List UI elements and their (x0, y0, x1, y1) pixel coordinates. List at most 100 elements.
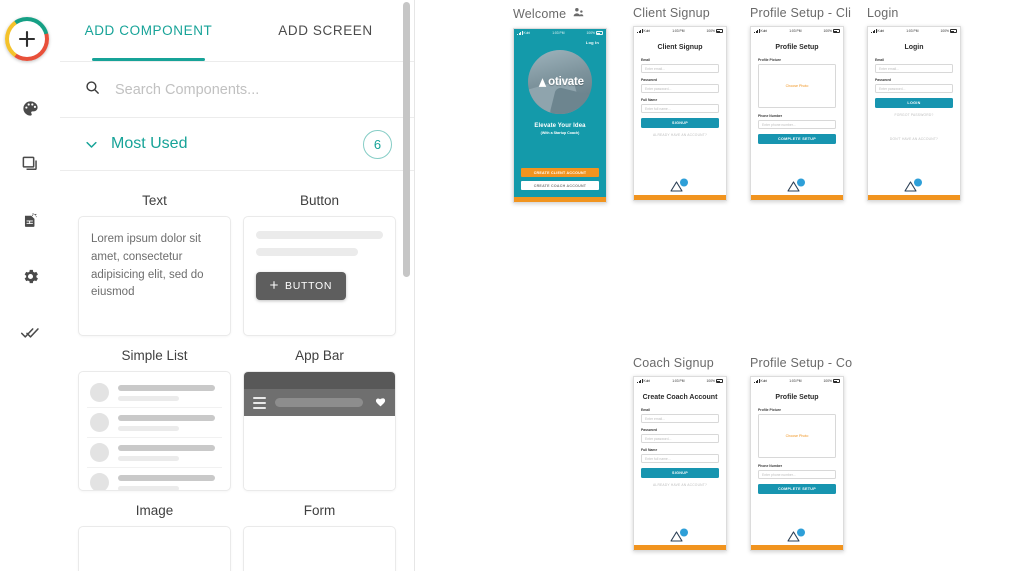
field-email: Email Enter email... (641, 408, 719, 423)
list-item-lines (118, 474, 219, 490)
email-field[interactable]: Enter email... (641, 414, 719, 423)
field-label: Phone Number (758, 464, 783, 468)
screen-label-text: Profile Setup - Cli (750, 6, 852, 20)
component-label: Simple List (121, 348, 188, 363)
status-bar: Kubi 1:03 PM 100% (634, 27, 726, 35)
phone-frame[interactable]: Kubi 1:03 PM 100% Login Email Enter emai… (867, 26, 961, 201)
preview-button: BUTTON (256, 272, 347, 300)
sidebar-item-settings[interactable] (8, 254, 52, 298)
screen-label: Coach Signup (633, 356, 727, 370)
choose-photo-dropzone[interactable]: Choose Photo (758, 414, 836, 458)
signup-button[interactable]: SIGNUP (641, 468, 719, 478)
no-account-link[interactable]: DON'T HAVE AN ACCOUNT? (875, 137, 953, 141)
phone-frame[interactable]: Kubi 1:03 PM 100% Create Coach Account E… (633, 376, 727, 551)
screen-welcome[interactable]: Welcome Kubi 1:03 PM 100% Log In otivate… (513, 6, 607, 203)
password-field[interactable]: Enter password... (641, 84, 719, 93)
component-card-app-bar[interactable] (243, 371, 396, 491)
component-cell-text: Text Lorem ipsum dolor sit amet, consect… (76, 181, 233, 336)
phone-frame[interactable]: Kubi 1:03 PM 100% Profile Setup Profile … (750, 26, 844, 201)
app-bar-preview (244, 389, 395, 416)
choose-photo-dropzone[interactable]: Choose Photo (758, 64, 836, 108)
status-time: 1:03 PM (789, 29, 802, 33)
footer-bar (514, 197, 606, 202)
signup-button[interactable]: SIGNUP (641, 118, 719, 128)
choose-photo-link[interactable]: Choose Photo (786, 434, 809, 438)
already-have-account-link[interactable]: ALREADY HAVE AN ACCOUNT? (641, 133, 719, 137)
component-card-text[interactable]: Lorem ipsum dolor sit amet, consectetur … (78, 216, 231, 336)
create-coach-account-button[interactable]: CREATE COACH ACCOUNT (521, 181, 599, 190)
tagline: Elevate Your Idea (534, 123, 586, 129)
component-card-form[interactable] (243, 526, 396, 571)
people-icon (572, 6, 585, 22)
sidebar-item-data[interactable] (8, 198, 52, 242)
status-battery: 100% (824, 29, 840, 33)
list-item (87, 378, 222, 408)
phone-frame[interactable]: Kubi 1:03 PM 100% Profile Setup Profile … (750, 376, 844, 551)
phone-number-field[interactable]: Enter phone number... (758, 120, 836, 129)
create-client-account-button[interactable]: CREATE CLIENT ACCOUNT (521, 168, 599, 177)
already-have-account-link[interactable]: ALREADY HAVE AN ACCOUNT? (641, 483, 719, 487)
password-field[interactable]: Enter password... (641, 434, 719, 443)
search-bar (60, 62, 414, 118)
brand-logo (751, 527, 843, 543)
status-carrier: Kubi (637, 379, 650, 383)
field-label: Password (875, 78, 892, 82)
logo-text: otivate (536, 76, 584, 88)
welcome-buttons: CREATE CLIENT ACCOUNT CREATE COACH ACCOU… (521, 164, 599, 190)
field-label: Full Name (641, 448, 658, 452)
sidebar-item-theme[interactable] (8, 86, 52, 130)
full-name-field[interactable]: Enter full name... (641, 454, 719, 463)
password-field[interactable]: Enter password... (875, 84, 953, 93)
login-form: Login Email Enter email... Password Ente… (868, 35, 960, 195)
field-label: Email (875, 58, 885, 62)
full-name-field[interactable]: Enter full name... (641, 104, 719, 113)
double-check-icon (20, 322, 41, 343)
tab-add-screen[interactable]: ADD SCREEN (237, 0, 414, 61)
forgot-password-link[interactable]: FORGOT PASSWORD? (875, 113, 953, 117)
section-title: Most Used (111, 135, 188, 152)
screen-coach-signup[interactable]: Coach Signup Kubi 1:03 PM 100% Create Co… (633, 356, 727, 551)
status-carrier: Kubi (754, 379, 767, 383)
screen-login[interactable]: Login Kubi 1:03 PM 100% Login Email Ente… (867, 6, 961, 201)
email-field[interactable]: Enter email... (875, 64, 953, 73)
phone-frame[interactable]: Kubi 1:03 PM 100% Log In otivate Elevate… (513, 28, 607, 203)
phone-number-field[interactable]: Enter phone number... (758, 470, 836, 479)
component-card-button[interactable]: BUTTON (243, 216, 396, 336)
component-label: App Bar (295, 348, 344, 363)
list-item (87, 438, 222, 468)
screen-profile-setup-client[interactable]: Profile Setup - Cli Kubi 1:03 PM 100% Pr… (750, 6, 851, 201)
tab-add-component-label: ADD COMPONENT (84, 23, 213, 38)
login-link[interactable]: Log In (521, 40, 599, 45)
component-card-image[interactable] (78, 526, 231, 571)
email-field[interactable]: Enter email... (641, 64, 719, 73)
complete-setup-button[interactable]: COMPLETE SETUP (758, 134, 836, 144)
screen-client-signup[interactable]: Client Signup Kubi 1:03 PM 100% Client S… (633, 6, 727, 201)
phone-frame[interactable]: Kubi 1:03 PM 100% Client Signup Email En… (633, 26, 727, 201)
section-header-most-used[interactable]: Most Used 6 (60, 118, 414, 171)
search-input[interactable] (115, 81, 392, 98)
panel-scrollbar-thumb[interactable] (403, 2, 410, 277)
add-button[interactable] (5, 17, 49, 61)
page-title: Profile Setup (775, 394, 819, 401)
plus-icon (270, 280, 278, 292)
screen-label: Profile Setup - Cli (750, 6, 851, 20)
screen-label: Welcome (513, 6, 607, 22)
screen-label-text: Client Signup (633, 6, 710, 20)
login-button[interactable]: LOGIN (875, 98, 953, 108)
sidebar-item-publish[interactable] (8, 310, 52, 354)
component-card-simple-list[interactable] (78, 371, 231, 491)
avatar (90, 473, 109, 490)
screen-profile-setup-coach[interactable]: Profile Setup - Co Kubi 1:03 PM 100% Pro… (750, 356, 852, 551)
tab-add-screen-label: ADD SCREEN (278, 23, 373, 38)
component-label: Form (303, 503, 336, 518)
tab-add-component[interactable]: ADD COMPONENT (60, 0, 237, 61)
complete-setup-button[interactable]: COMPLETE SETUP (758, 484, 836, 494)
list-item-lines (118, 444, 219, 461)
status-battery: 100% (707, 29, 723, 33)
status-carrier: Kubi (871, 29, 884, 33)
screen-body: Profile Setup Profile Picture Choose Pho… (751, 35, 843, 195)
choose-photo-link[interactable]: Choose Photo (786, 84, 809, 88)
panel-scrollbar[interactable] (403, 0, 410, 571)
profile-picture-label: Profile Picture (758, 58, 781, 62)
sidebar-item-screens[interactable] (8, 142, 52, 186)
